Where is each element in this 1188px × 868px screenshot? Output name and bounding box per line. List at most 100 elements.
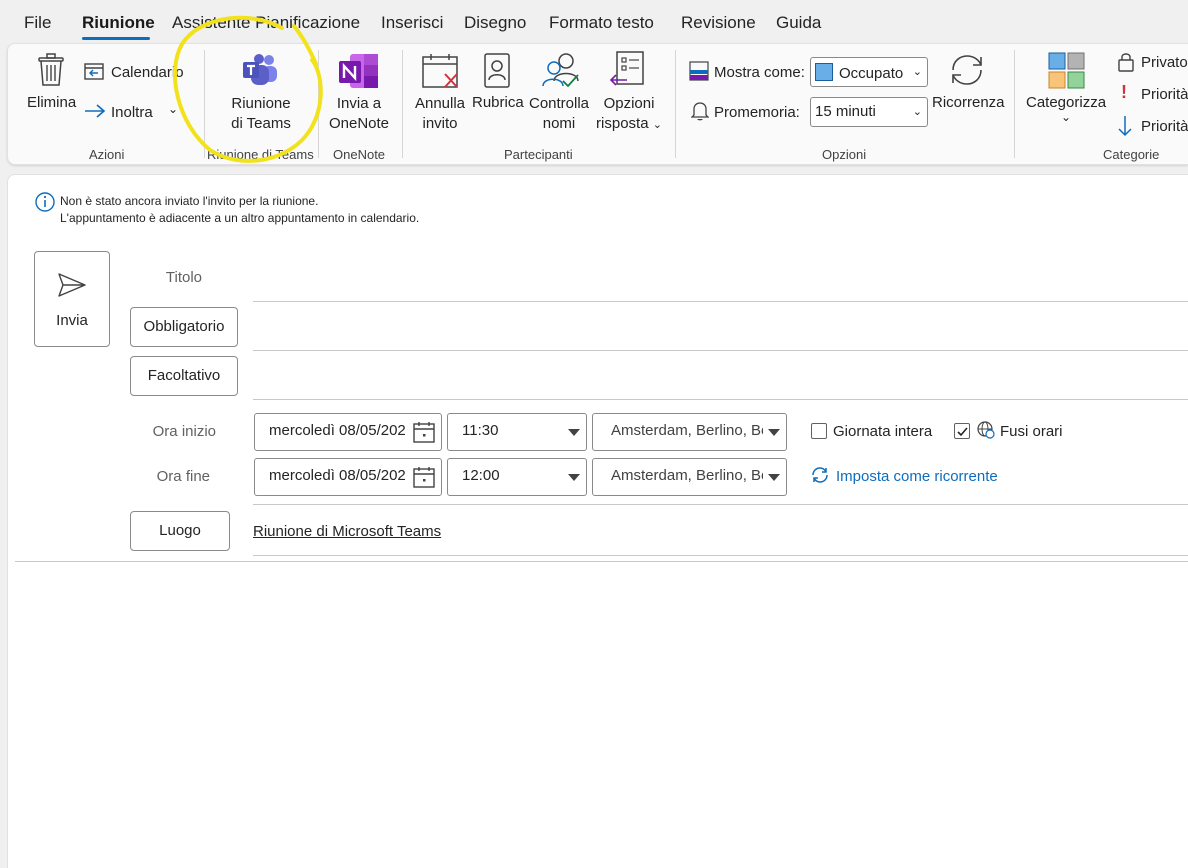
message-body-editor[interactable] — [15, 565, 1188, 865]
meeting-form: Non è stato ancora inviato l'invito per … — [7, 174, 1188, 868]
calendar-back-icon — [84, 63, 104, 80]
categorize-label: Categorizza — [1026, 94, 1107, 111]
show-as-label: Mostra come: — [714, 64, 805, 81]
send-button[interactable]: Invia — [34, 251, 110, 347]
reminder-value: 15 minuti — [815, 103, 876, 120]
chevron-down-icon: ⌄ — [912, 106, 922, 118]
tab-meeting[interactable]: Riunione — [82, 13, 155, 33]
end-date-picker[interactable]: mercoledì 08/05/2024 — [254, 458, 442, 496]
dropdown-arrow-icon — [568, 429, 580, 436]
response-chevron-icon: ⌄ — [652, 119, 662, 131]
reminder-label: Promemoria: — [714, 104, 800, 121]
checkmark-icon — [957, 427, 968, 437]
tab-file[interactable]: File — [24, 13, 51, 33]
optional-attendees-input[interactable] — [253, 354, 1188, 400]
categorize-chevron-icon: ⌄ — [1061, 110, 1072, 124]
down-arrow-icon — [1118, 116, 1132, 137]
show-as-icon — [689, 61, 709, 81]
lock-icon — [1118, 53, 1134, 72]
show-as-dropdown[interactable]: Occupato ⌄ — [810, 57, 928, 87]
check-names-icon — [542, 53, 579, 88]
end-timezone-dropdown[interactable]: Amsterdam, Berlino, Berna — [592, 458, 787, 496]
calendar-cancel-icon — [422, 54, 458, 88]
separator — [402, 50, 403, 158]
dropdown-arrow-icon — [568, 474, 580, 481]
send-label: Invia — [56, 312, 88, 329]
end-date-value: mercoledì 08/05/2024 — [269, 467, 405, 484]
start-time-label: Ora inizio — [152, 423, 216, 440]
bell-icon — [691, 102, 709, 121]
required-attendees-input[interactable] — [253, 305, 1188, 351]
all-day-label: Giornata intera — [833, 423, 933, 440]
low-priority-label: Priorità — [1141, 118, 1188, 135]
forward-arrow-icon — [85, 104, 106, 118]
address-book-icon — [484, 53, 510, 88]
group-label-categories: Categorie — [1103, 147, 1160, 162]
check-names-label: Controlla nomi — [528, 95, 590, 132]
end-time-dropdown[interactable]: 12:00 — [447, 458, 587, 496]
delete-label: Elimina — [27, 94, 77, 111]
location-underline — [253, 555, 1188, 556]
reminder-dropdown[interactable]: 15 minuti ⌄ — [810, 97, 928, 127]
make-recurring-label: Imposta come ricorrente — [836, 468, 998, 485]
dropdown-arrow-icon — [768, 429, 780, 436]
recurrence-icon — [812, 467, 828, 483]
separator — [675, 50, 676, 158]
required-underline — [253, 350, 1188, 351]
info-message-line1: Non è stato ancora inviato l'invito per … — [60, 194, 319, 208]
private-label: Privato — [1141, 54, 1188, 71]
start-timezone-dropdown[interactable]: Amsterdam, Berlino, Berna — [592, 413, 787, 451]
tab-insert[interactable]: Inserisci — [381, 13, 443, 33]
dropdown-arrow-icon — [768, 474, 780, 481]
high-priority-label: Priorità — [1141, 86, 1188, 103]
separator — [1014, 50, 1015, 158]
start-date-picker[interactable]: mercoledì 08/05/2024 — [254, 413, 442, 451]
forward-label: Inoltra — [111, 104, 153, 121]
info-icon — [35, 192, 55, 212]
title-underline — [253, 301, 1188, 302]
cancel-invitation-label: Annulla invito — [414, 95, 466, 132]
location-value[interactable]: Riunione di Microsoft Teams — [253, 523, 441, 540]
time-zones-checkbox[interactable] — [954, 423, 970, 439]
info-message-line2: L'appuntamento è adiacente a un altro ap… — [60, 211, 420, 225]
start-time-value: 11:30 — [462, 422, 499, 439]
group-label-participants: Partecipanti — [504, 147, 573, 162]
exclamation-icon: ! — [1121, 82, 1127, 102]
recurrence-icon — [952, 55, 982, 85]
group-label-onenote: OneNote — [333, 147, 386, 162]
response-options-icon — [609, 51, 644, 86]
start-date-value: mercoledì 08/05/2024 — [269, 422, 405, 439]
body-divider — [15, 561, 1188, 562]
group-label-actions: Azioni — [89, 147, 125, 162]
end-timezone-value: Amsterdam, Berlino, Berna — [611, 467, 763, 484]
all-day-checkbox[interactable] — [811, 423, 827, 439]
response-options-label: Opzioni risposta ⌄ — [596, 95, 662, 132]
optional-underline — [253, 399, 1188, 400]
trash-icon — [38, 53, 64, 86]
end-time-value: 12:00 — [462, 467, 500, 484]
onenote-icon — [339, 54, 378, 88]
send-icon — [58, 273, 86, 297]
required-attendees-button[interactable]: Obbligatorio — [130, 307, 238, 347]
group-label-options: Opzioni — [822, 147, 867, 162]
start-time-dropdown[interactable]: 11:30 — [447, 413, 587, 451]
end-time-label: Ora fine — [156, 468, 210, 485]
optional-attendees-button[interactable]: Facoltativo — [130, 356, 238, 396]
tab-review[interactable]: Revisione — [681, 13, 756, 33]
location-button[interactable]: Luogo — [130, 511, 230, 551]
chevron-down-icon: ⌄ — [912, 66, 922, 78]
start-timezone-value: Amsterdam, Berlino, Berna — [611, 422, 763, 439]
tab-draw[interactable]: Disegno — [464, 13, 526, 33]
globe-clock-icon — [977, 421, 995, 439]
title-input[interactable] — [253, 255, 1188, 301]
calendar-icon — [413, 467, 435, 488]
show-as-value: Occupato — [839, 65, 904, 82]
tab-format-text[interactable]: Formato testo — [549, 13, 654, 33]
categorize-icon — [1048, 52, 1085, 89]
send-to-onenote-label: Invia a OneNote — [328, 95, 390, 132]
highlight-circle-annotation — [173, 15, 323, 163]
recurrence-label: Ricorrenza — [932, 94, 1005, 111]
tab-help[interactable]: Guida — [776, 13, 821, 33]
time-section-divider — [253, 504, 1188, 505]
busy-swatch-icon — [815, 63, 833, 81]
